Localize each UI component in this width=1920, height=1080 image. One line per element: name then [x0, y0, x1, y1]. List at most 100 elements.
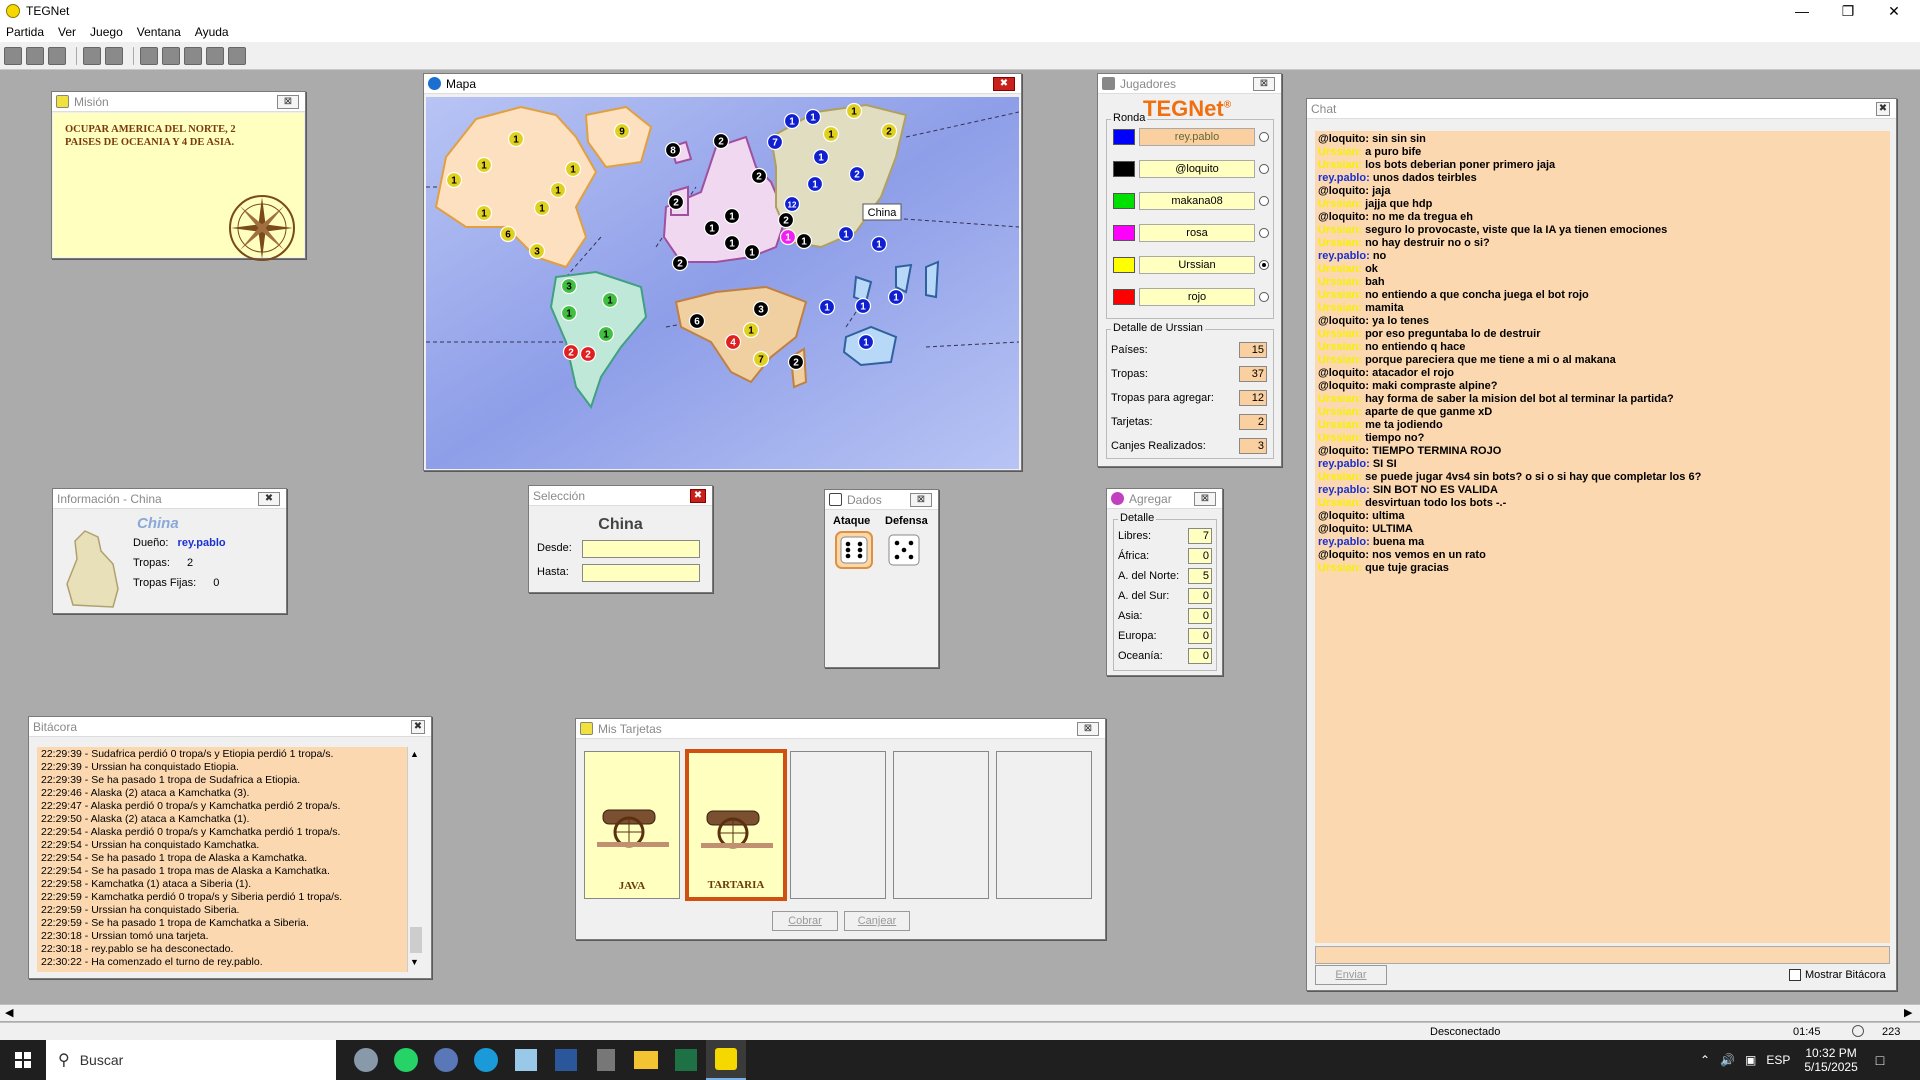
- add-row-value[interactable]: 5: [1188, 568, 1212, 584]
- card-country-name: TARTARIA: [707, 879, 765, 891]
- maximize-button[interactable]: ❐: [1826, 0, 1870, 22]
- log-scrollbar[interactable]: ▲ ▼: [407, 747, 423, 972]
- show-log-label: Mostrar Bitácora: [1805, 969, 1886, 981]
- menu-juego[interactable]: Juego: [90, 25, 123, 39]
- cards-icon[interactable]: [206, 46, 224, 65]
- tegnet-taskbar-icon[interactable]: [706, 1040, 746, 1080]
- scroll-up-icon[interactable]: ▲: [410, 749, 419, 759]
- add-icon[interactable]: [140, 46, 158, 65]
- troop-count: 2: [585, 350, 591, 361]
- players-close-button[interactable]: ⊠: [1253, 77, 1275, 91]
- map-close-button[interactable]: ✖: [993, 77, 1015, 91]
- add-row-value[interactable]: 7: [1188, 528, 1212, 544]
- player-row[interactable]: @loquito: [1113, 160, 1269, 178]
- app-icon-notes[interactable]: [506, 1040, 546, 1080]
- menu-ayuda[interactable]: Ayuda: [195, 25, 229, 39]
- attack-icon[interactable]: [162, 46, 180, 65]
- check-icon[interactable]: [228, 46, 246, 65]
- volume-icon[interactable]: 🔊: [1720, 1053, 1735, 1067]
- info-window: Información - China ✖ China Dueño: rey.p…: [52, 488, 287, 614]
- menu-ver[interactable]: Ver: [58, 25, 76, 39]
- cards-close-button[interactable]: ⊠: [1077, 722, 1099, 736]
- country-card[interactable]: JAVA: [584, 751, 680, 899]
- player-row[interactable]: Urssian: [1113, 256, 1269, 274]
- app-icon-discord[interactable]: [426, 1040, 466, 1080]
- chat-input[interactable]: [1315, 946, 1890, 964]
- show-log-toggle[interactable]: Mostrar Bitácora: [1789, 969, 1886, 981]
- excel-icon[interactable]: [666, 1040, 706, 1080]
- country-card[interactable]: [893, 751, 989, 899]
- calculator-icon[interactable]: [586, 1040, 626, 1080]
- chat-user: @loquito:: [1318, 549, 1373, 561]
- send-button[interactable]: Enviar: [1315, 965, 1387, 985]
- horizontal-scrollbar[interactable]: ◀ ▶: [0, 1004, 1920, 1021]
- menu-ventana[interactable]: Ventana: [137, 25, 181, 39]
- chat-message: Urssian: que tuje gracias: [1318, 562, 1887, 575]
- country-java[interactable]: [925, 260, 940, 299]
- word-icon[interactable]: [546, 1040, 586, 1080]
- chat-close-button[interactable]: ✖: [1876, 102, 1890, 116]
- defense-die[interactable]: [887, 533, 921, 567]
- country-card[interactable]: [790, 751, 886, 899]
- collect-button[interactable]: Cobrar: [772, 911, 838, 931]
- chat-user: @loquito:: [1318, 185, 1373, 197]
- add-row-value[interactable]: 0: [1188, 548, 1212, 564]
- mission-close-button[interactable]: ⊠: [277, 95, 299, 109]
- chat-user: Urssian:: [1318, 471, 1366, 483]
- clock[interactable]: 10:32 PM 5/15/2025: [1804, 1046, 1857, 1074]
- chevron-up-icon[interactable]: ⌃: [1700, 1053, 1710, 1067]
- file-explorer-icon[interactable]: [626, 1040, 666, 1080]
- list-icon[interactable]: [48, 46, 66, 65]
- troop-count: 1: [860, 302, 866, 313]
- windows-start-icon[interactable]: [0, 1040, 46, 1080]
- chat-user: @loquito:: [1318, 380, 1373, 392]
- scroll-right-icon[interactable]: ▶: [1904, 1006, 1912, 1019]
- network-icon[interactable]: ▣: [1745, 1053, 1756, 1067]
- add-row-value[interactable]: 0: [1188, 628, 1212, 644]
- to-field[interactable]: [582, 564, 700, 582]
- from-field[interactable]: [582, 540, 700, 558]
- add-close-button[interactable]: ⊠: [1194, 492, 1216, 506]
- map-tooltip: China: [862, 203, 902, 221]
- scroll-thumb[interactable]: [410, 927, 422, 953]
- player-row[interactable]: rosa: [1113, 224, 1269, 242]
- chat-messages[interactable]: @loquito: sin sin sin Urssian: a puro bif…: [1315, 131, 1890, 943]
- world-map[interactable]: 111111163931112 282221111221163417 21 17111…: [426, 97, 1019, 469]
- stop-icon[interactable]: [105, 46, 123, 65]
- country-card[interactable]: [996, 751, 1092, 899]
- window-icon[interactable]: [83, 46, 101, 65]
- scroll-left-icon[interactable]: ◀: [5, 1006, 13, 1019]
- player-row[interactable]: rojo: [1113, 288, 1269, 306]
- player-row[interactable]: makana08: [1113, 192, 1269, 210]
- edge-icon[interactable]: [466, 1040, 506, 1080]
- menu-partida[interactable]: Partida: [6, 25, 44, 39]
- player-row[interactable]: rey.pablo: [1113, 128, 1269, 146]
- chat-text: por eso preguntaba lo de destruir: [1365, 328, 1541, 340]
- exchange-button[interactable]: Canjear: [844, 911, 910, 931]
- player-color-swatch: [1113, 129, 1135, 145]
- attack-die[interactable]: [835, 531, 873, 569]
- log-list[interactable]: 22:29:39 - Sudafrica perdió 0 tropa/s y …: [37, 747, 407, 972]
- dice-close-button[interactable]: ⊠: [910, 493, 932, 507]
- add-row-value[interactable]: 0: [1188, 648, 1212, 664]
- language-indicator[interactable]: ESP: [1766, 1053, 1790, 1067]
- close-button[interactable]: ✕: [1872, 0, 1916, 22]
- disconnect-icon[interactable]: [26, 46, 44, 65]
- minimize-button[interactable]: —: [1780, 0, 1824, 22]
- info-close-button[interactable]: ✖: [258, 492, 280, 506]
- show-log-checkbox[interactable]: [1789, 969, 1801, 981]
- whatsapp-icon[interactable]: [386, 1040, 426, 1080]
- add-row-value[interactable]: 0: [1188, 588, 1212, 604]
- notifications-icon[interactable]: □: [1876, 1052, 1884, 1068]
- add-row-value[interactable]: 0: [1188, 608, 1212, 624]
- log-line: 22:30:18 - Urssian tomó una tarjeta.: [41, 930, 209, 942]
- selection-close-button[interactable]: ✖: [690, 489, 706, 503]
- app-icon-settings[interactable]: [346, 1040, 386, 1080]
- selection-country: China: [598, 516, 643, 533]
- log-close-button[interactable]: ✖: [411, 720, 425, 734]
- connect-icon[interactable]: [4, 46, 22, 65]
- scroll-down-icon[interactable]: ▼: [410, 957, 419, 967]
- country-card[interactable]: TARTARIA: [685, 749, 787, 901]
- taskbar-search[interactable]: ⚲ Buscar: [46, 1040, 336, 1080]
- gear-icon[interactable]: [184, 46, 202, 65]
